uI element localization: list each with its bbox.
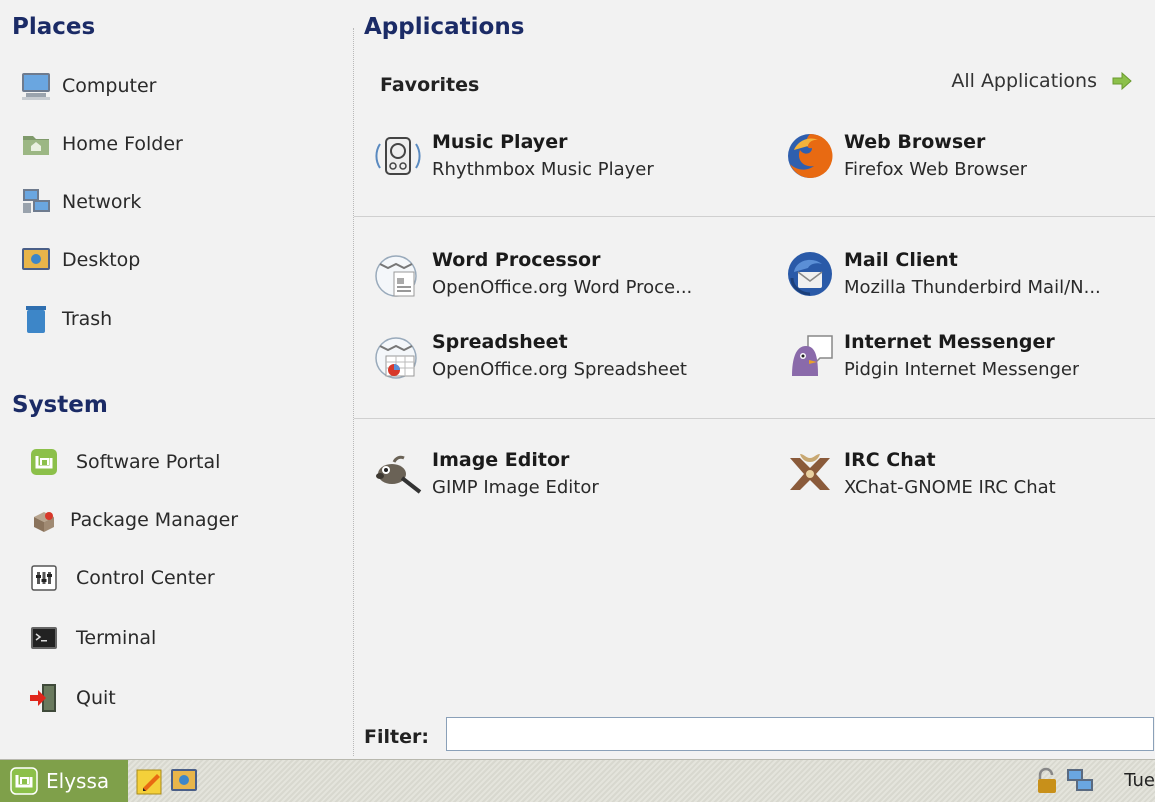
padlock-icon (1032, 767, 1060, 795)
app-description: OpenOffice.org Word Proce... (432, 277, 693, 298)
xchat-icon (782, 446, 838, 502)
favorites-label: Favorites (380, 74, 480, 96)
word-processor-icon (370, 246, 426, 302)
show-desktop-launcher[interactable] (168, 765, 200, 797)
all-applications-label: All Applications (951, 70, 1097, 92)
app-internet-messenger[interactable]: Internet Messenger Pidgin Internet Messe… (782, 328, 1155, 384)
filter-input[interactable] (446, 717, 1154, 751)
control-center-icon (28, 562, 60, 594)
taskbar: Elyssa Tue (0, 759, 1155, 802)
system-title: System (12, 392, 108, 418)
firefox-icon (782, 128, 838, 184)
system-item-control-center[interactable]: Control Center (28, 562, 215, 594)
app-mail-client[interactable]: Mail Client Mozilla Thunderbird Mail/N..… (782, 246, 1155, 302)
gimp-icon (370, 446, 426, 502)
right-pane: Applications Favorites All Applications … (354, 0, 1155, 759)
mint-logo-icon (28, 446, 60, 478)
system-item-package-manager[interactable]: Package Manager (28, 504, 238, 536)
system-item-software-portal[interactable]: Software Portal (28, 446, 220, 478)
app-description: Pidgin Internet Messenger (844, 359, 1080, 380)
thunderbird-icon (782, 246, 838, 302)
app-description: XChat-GNOME IRC Chat (844, 477, 1056, 498)
system-item-label: Package Manager (70, 509, 239, 531)
places-item-label: Network (62, 191, 142, 213)
places-item-label: Computer (62, 75, 157, 97)
places-item-trash[interactable]: Trash (20, 303, 112, 335)
text-editor-launcher[interactable] (134, 765, 166, 797)
app-name: Mail Client (844, 249, 958, 271)
places-item-label: Trash (62, 308, 113, 330)
app-name: Image Editor (432, 449, 570, 471)
pidgin-icon (782, 328, 838, 384)
app-irc-chat[interactable]: IRC Chat XChat-GNOME IRC Chat (782, 446, 1155, 502)
computer-icon (20, 70, 52, 102)
places-item-desktop[interactable]: Desktop (20, 244, 140, 276)
update-manager-tray[interactable] (1030, 765, 1062, 797)
places-item-network[interactable]: Network (20, 186, 141, 218)
system-item-label: Quit (76, 687, 116, 709)
system-item-terminal[interactable]: Terminal (28, 622, 156, 654)
terminal-icon (28, 622, 60, 654)
desktop-icon (169, 767, 199, 795)
places-item-home-folder[interactable]: Home Folder (20, 128, 183, 160)
system-item-quit[interactable]: Quit (28, 682, 116, 714)
quit-icon (28, 682, 60, 714)
separator (354, 216, 1155, 217)
separator (354, 418, 1155, 419)
places-item-label: Desktop (62, 249, 141, 271)
system-item-label: Terminal (76, 627, 157, 649)
places-item-label: Home Folder (62, 133, 183, 155)
places-title: Places (12, 14, 96, 40)
desktop-icon (20, 244, 52, 276)
start-menu-button[interactable]: Elyssa (0, 760, 128, 802)
left-pane: Places Computer Home Folder Network Desk… (0, 0, 353, 759)
start-menu-label: Elyssa (46, 769, 110, 793)
app-name: Music Player (432, 131, 568, 153)
app-name: Word Processor (432, 249, 601, 271)
pencil-icon (135, 766, 165, 796)
app-description: Mozilla Thunderbird Mail/N... (844, 277, 1101, 298)
network-tray[interactable] (1064, 765, 1096, 797)
places-item-computer[interactable]: Computer (20, 70, 156, 102)
app-name: Spreadsheet (432, 331, 568, 353)
package-manager-icon (28, 504, 60, 536)
main-menu: Places Computer Home Folder Network Desk… (0, 0, 1155, 759)
network-icon (1065, 767, 1095, 795)
arrow-right-icon (1111, 71, 1133, 91)
system-item-label: Software Portal (76, 451, 221, 473)
app-description: GIMP Image Editor (432, 477, 599, 498)
all-applications-button[interactable]: All Applications (951, 70, 1133, 92)
app-description: OpenOffice.org Spreadsheet (432, 359, 687, 380)
app-spreadsheet[interactable]: Spreadsheet OpenOffice.org Spreadsheet (370, 328, 750, 384)
app-image-editor[interactable]: Image Editor GIMP Image Editor (370, 446, 750, 502)
mint-logo-icon (10, 767, 38, 795)
home-folder-icon (20, 128, 52, 160)
app-name: Internet Messenger (844, 331, 1055, 353)
applications-title: Applications (364, 14, 525, 40)
trash-icon (20, 303, 52, 335)
network-icon (20, 186, 52, 218)
app-description: Rhythmbox Music Player (432, 159, 654, 180)
system-item-label: Control Center (76, 567, 215, 589)
app-description: Firefox Web Browser (844, 159, 1028, 180)
filter-label: Filter: (364, 726, 429, 748)
app-name: IRC Chat (844, 449, 936, 471)
app-name: Web Browser (844, 131, 986, 153)
spreadsheet-icon (370, 328, 426, 384)
app-music-player[interactable]: Music Player Rhythmbox Music Player (370, 128, 750, 184)
clock[interactable]: Tue (1124, 770, 1155, 791)
app-word-processor[interactable]: Word Processor OpenOffice.org Word Proce… (370, 246, 750, 302)
rhythmbox-icon (370, 128, 426, 184)
app-web-browser[interactable]: Web Browser Firefox Web Browser (782, 128, 1155, 184)
